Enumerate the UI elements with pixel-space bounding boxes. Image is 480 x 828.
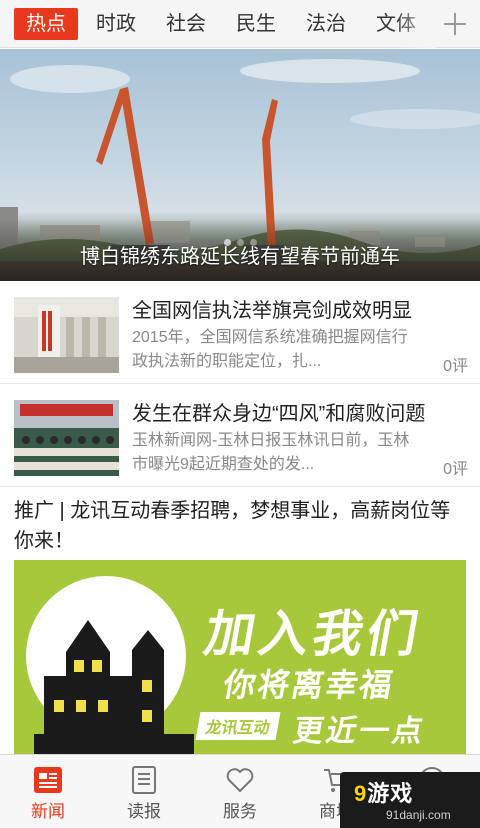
category-tab-bar: 热点时政社会民生法治文体 (0, 0, 480, 48)
nav-read-paper[interactable]: 读报 (96, 755, 192, 828)
newspaper-icon (132, 766, 156, 794)
promo-badge: 龙讯互动 (195, 712, 281, 740)
tab-livelihood[interactable]: 民生 (224, 8, 288, 40)
nav-news[interactable]: 新闻 (0, 755, 96, 828)
news-summary: 玉林新闻网-玉林日报玉林讯日前，玉林市曝光9起近期查处的发... (132, 432, 410, 473)
watermark-logo: 9游戏 (354, 781, 414, 806)
comment-count: 0评 (443, 358, 468, 375)
hero-banner[interactable]: 博白锦绣东路延长线有望春节前通车 (0, 49, 480, 281)
heart-icon (226, 768, 254, 792)
promo-tagline: 更近一点 (290, 714, 429, 749)
tabs-fade (396, 0, 436, 48)
tab-law[interactable]: 法治 (294, 8, 358, 40)
promo-subline: 你将离幸福 (220, 666, 398, 704)
news-title: 发生在群众身边“四风”和腐败问题 (132, 403, 426, 425)
news-icon (34, 767, 62, 793)
site-watermark: 9游戏 91danji.com (340, 772, 480, 828)
news-item[interactable]: 发生在群众身边“四风”和腐败问题 玉林新闻网-玉林日报玉林讯日前，玉林市曝光9起… (0, 385, 480, 487)
news-item[interactable]: 全国网信执法举旗亮剑成效明显 2015年，全国网信系统准确把握网信行政执法新的职… (0, 282, 480, 384)
news-thumbnail (14, 297, 119, 373)
tab-society[interactable]: 社会 (154, 8, 218, 40)
promo-banner[interactable]: 加入我们 你将离幸福 龙讯互动 更近一点 (14, 560, 466, 754)
category-tabs: 热点时政社会民生法治文体 (14, 0, 434, 48)
hero-title[interactable]: 博白锦绣东路延长线有望春节前通车 (0, 240, 480, 269)
tab-hot[interactable]: 热点 (14, 8, 78, 40)
news-summary: 2015年，全国网信系统准确把握网信行政执法新的职能定位，扎... (132, 329, 408, 370)
tab-politics[interactable]: 时政 (84, 8, 148, 40)
news-title: 全国网信执法举旗亮剑成效明显 (132, 300, 412, 322)
add-category-icon[interactable] (438, 6, 472, 42)
nav-services[interactable]: 服务 (192, 755, 288, 828)
promo-title[interactable]: 推广 | 龙讯互动春季招聘，梦想事业，高薪岗位等你来！ (14, 496, 466, 556)
watermark-url: 91danji.com (386, 808, 451, 822)
promo-headline: 加入我们 (200, 605, 427, 663)
news-thumbnail (14, 400, 119, 476)
comment-count: 0评 (443, 461, 468, 478)
